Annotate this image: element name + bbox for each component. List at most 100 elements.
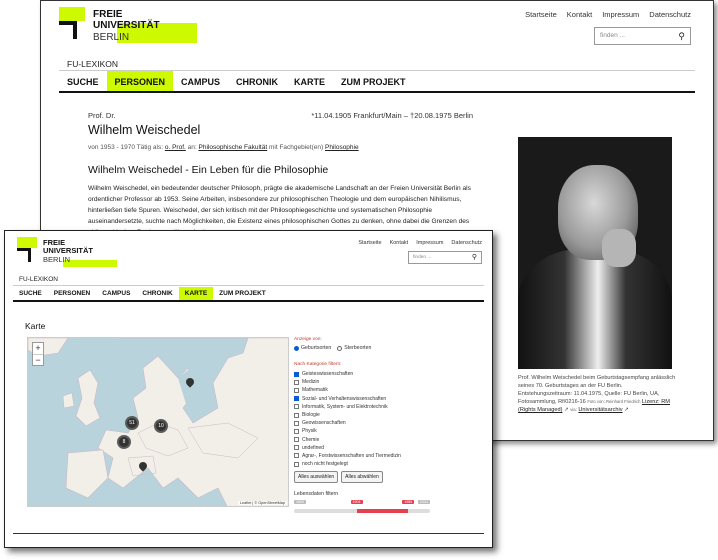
fu-logo[interactable]: FREIE UNIVERSITÄT BERLIN: [17, 237, 127, 269]
map-view[interactable]: + − 51 10 8 Leaflet | © OpenStreetMap: [27, 337, 289, 507]
menu-campus[interactable]: CAMPUS: [96, 287, 136, 300]
caption-rights-link[interactable]: (Rights Managed): [518, 407, 562, 413]
category-checkbox[interactable]: [294, 412, 299, 418]
logo-line2: UNIVERSITÄT: [43, 246, 94, 255]
category-checkbox[interactable]: [294, 461, 299, 467]
category-item[interactable]: Medizin: [294, 378, 474, 386]
category-item[interactable]: noch nicht festgelegt: [294, 460, 474, 468]
category-label-text: noch nicht festgelegt: [302, 461, 348, 468]
meta-role-link[interactable]: o. Prof.: [165, 144, 186, 151]
article-heading: Wilhelm Weischedel - Ein Leben für die P…: [88, 164, 329, 176]
divider: [13, 285, 484, 286]
category-item[interactable]: Geisteswissenschaften: [294, 370, 474, 378]
category-item[interactable]: Sozial- und Verhaltenswissenschaften: [294, 395, 474, 403]
radio-dot[interactable]: [294, 345, 299, 351]
map-attribution[interactable]: Leaflet | © OpenStreetMap: [237, 501, 287, 505]
deselect-all-button[interactable]: Alles abwählen: [341, 471, 383, 484]
category-label: Nach Kategorie filtern:: [294, 362, 342, 367]
category-item[interactable]: Informatik, System- und Elektrotechnik: [294, 403, 474, 411]
category-label-text: Chemie: [302, 436, 320, 443]
category-item[interactable]: Chemie: [294, 436, 474, 444]
life-range-slider[interactable]: 1800 1904 1985 2024: [294, 500, 430, 522]
category-checkbox[interactable]: [294, 379, 299, 385]
category-label-text: Agrar-, Forstwissenschaften und Tiermedi…: [302, 452, 401, 459]
radio-geburtsorten[interactable]: Geburtsorten: [294, 345, 331, 351]
category-checkbox[interactable]: [294, 428, 299, 434]
category-item[interactable]: Physik: [294, 427, 474, 435]
logo-line1: FREIE: [93, 9, 123, 20]
search-input[interactable]: finden ... ⚲: [594, 27, 691, 45]
select-all-button[interactable]: Alles auswählen: [294, 471, 339, 484]
menu-personen[interactable]: PERSONEN: [106, 71, 174, 91]
search-icon[interactable]: ⚲: [678, 31, 685, 42]
top-nav: Startseite Kontakt Impressum Datenschutz: [525, 10, 691, 19]
logo-line2: UNIVERSITÄT: [93, 20, 160, 31]
topnav-startseite[interactable]: Startseite: [525, 10, 557, 19]
menu-campus[interactable]: CAMPUS: [173, 71, 228, 91]
category-item[interactable]: Geowissenschaften: [294, 419, 474, 427]
logo-line3: BERLIN: [43, 255, 71, 264]
topnav-datenschutz[interactable]: Datenschutz: [649, 10, 691, 19]
topnav-impressum[interactable]: Impressum: [416, 240, 443, 246]
topnav-kontakt[interactable]: Kontakt: [390, 240, 409, 246]
menu-suche[interactable]: SUCHE: [13, 287, 48, 300]
fu-logo[interactable]: FREIE UNIVERSITÄT BERLIN: [59, 7, 199, 47]
slider-range-fill: [356, 509, 409, 514]
search-icon[interactable]: ⚲: [472, 253, 477, 261]
category-checkbox[interactable]: [294, 445, 299, 451]
search-input[interactable]: finden ... ⚲: [408, 251, 482, 264]
section-title[interactable]: FU-LEXIKON: [67, 59, 118, 69]
menu-chronik[interactable]: CHRONIK: [136, 287, 178, 300]
category-label-text: Informatik, System- und Elektrotechnik: [302, 403, 388, 410]
life-data-label: Lebensdaten filtern: [294, 491, 339, 498]
section-title[interactable]: FU-LEXIKON: [19, 276, 58, 283]
zoom-in-button[interactable]: +: [33, 343, 43, 354]
menu-karte[interactable]: KARTE: [286, 71, 333, 91]
caption-licence-link[interactable]: Lizenz: RM: [642, 399, 670, 405]
topnav-startseite[interactable]: Startseite: [358, 240, 381, 246]
category-label-text: Medizin: [302, 379, 320, 386]
category-checkbox[interactable]: [294, 396, 299, 402]
zoom-out-button[interactable]: −: [33, 354, 43, 365]
map-cluster[interactable]: 51: [125, 416, 139, 430]
category-checkbox[interactable]: [294, 420, 299, 426]
category-item[interactable]: Agrar-, Forstwissenschaften und Tiermedi…: [294, 452, 474, 460]
slider-from-handle[interactable]: 1904: [350, 500, 363, 505]
slider-to-handle[interactable]: 1985: [402, 500, 415, 505]
map-cluster[interactable]: 8: [117, 435, 131, 449]
category-checkbox[interactable]: [294, 371, 299, 377]
menu-zum-projekt[interactable]: ZUM PROJEKT: [213, 287, 272, 300]
top-nav: Startseite Kontakt Impressum Datenschutz: [358, 240, 482, 246]
person-title: Prof. Dr.: [88, 111, 116, 120]
external-link-icon: ↗: [624, 407, 629, 413]
category-checkbox[interactable]: [294, 437, 299, 443]
topnav-impressum[interactable]: Impressum: [602, 10, 639, 19]
radio-dot[interactable]: [337, 345, 343, 351]
radio-label: Sterbeorten: [344, 345, 372, 351]
menu-personen[interactable]: PERSONEN: [48, 287, 96, 300]
meta-faculty-link[interactable]: Philosophische Fakultät: [199, 144, 268, 151]
menu-suche[interactable]: SUCHE: [59, 71, 107, 91]
category-checkbox[interactable]: [294, 387, 299, 393]
radio-sterbeorten[interactable]: Sterbeorten: [337, 345, 371, 351]
slider-max-tag: 2024: [418, 500, 430, 505]
category-list: Geisteswissenschaften Medizin Mathematik So…: [294, 370, 474, 468]
category-label-text: Physik: [302, 428, 317, 435]
menu-karte[interactable]: KARTE: [178, 287, 214, 300]
caption-archive-link[interactable]: Universitätsarchiv: [578, 407, 622, 413]
menu-zum-projekt[interactable]: ZUM PROJEKT: [333, 71, 414, 91]
portrait-body: [518, 249, 672, 369]
search-placeholder: finden ...: [413, 255, 432, 260]
topnav-datenschutz[interactable]: Datenschutz: [451, 240, 482, 246]
topnav-kontakt[interactable]: Kontakt: [567, 10, 592, 19]
category-item[interactable]: Biologie: [294, 411, 474, 419]
category-checkbox[interactable]: [294, 404, 299, 410]
meta-field-link[interactable]: Philosophie: [325, 144, 359, 151]
person-name: Wilhelm Weischedel: [88, 123, 201, 137]
category-checkbox[interactable]: [294, 453, 299, 459]
menu-chronik[interactable]: CHRONIK: [228, 71, 286, 91]
category-item[interactable]: Mathematik: [294, 386, 474, 394]
footer-divider: [13, 533, 484, 534]
map-cluster[interactable]: 10: [154, 419, 168, 433]
category-item[interactable]: undefined: [294, 444, 474, 452]
